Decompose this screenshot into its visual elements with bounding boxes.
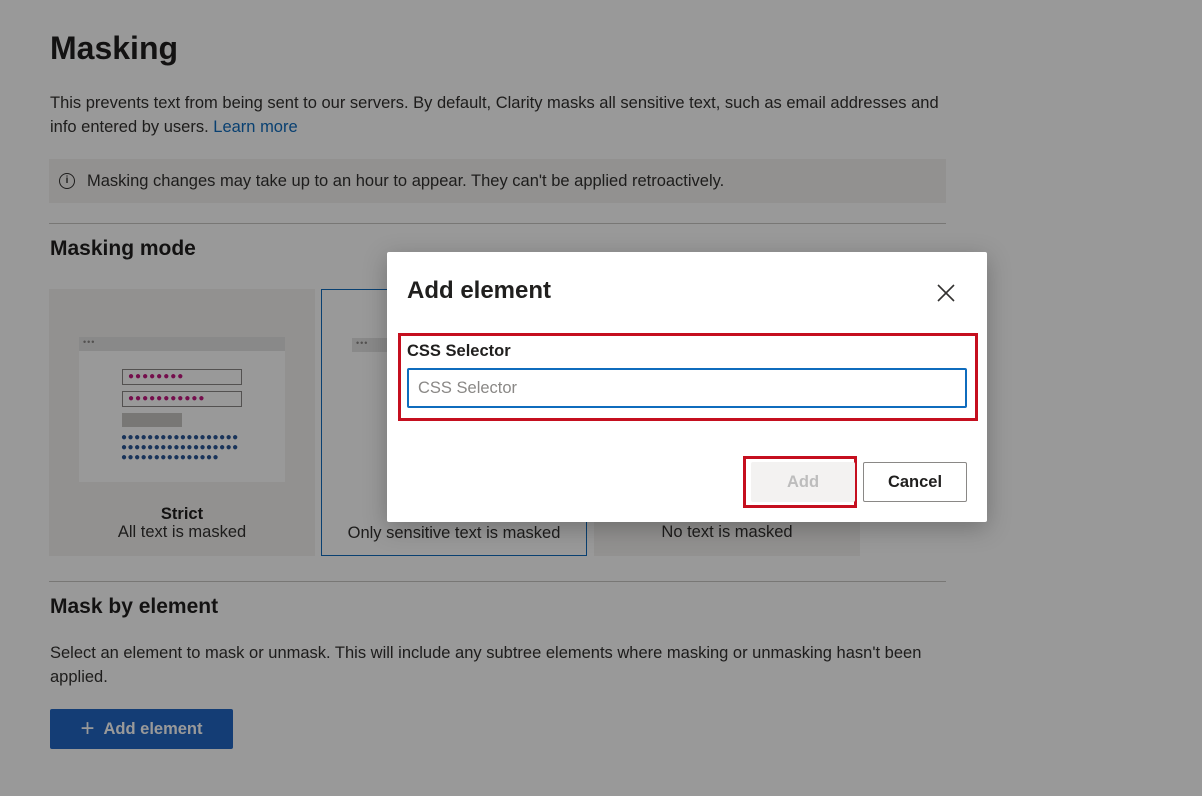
add-button[interactable]: Add — [751, 462, 855, 502]
close-icon[interactable] — [935, 282, 957, 304]
cancel-button[interactable]: Cancel — [863, 462, 967, 502]
add-element-dialog: Add element CSS Selector Add Cancel — [387, 252, 987, 522]
dialog-title: Add element — [407, 277, 552, 304]
css-selector-input[interactable] — [407, 368, 967, 408]
css-selector-label: CSS Selector — [407, 342, 511, 360]
